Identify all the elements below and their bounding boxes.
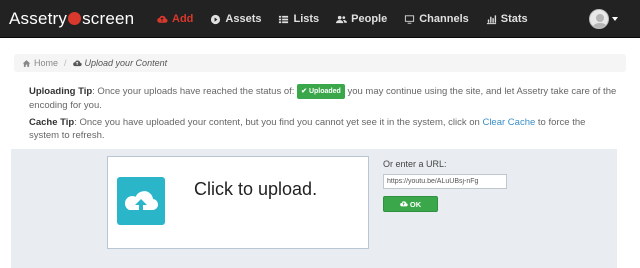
ok-button-label: OK — [409, 199, 422, 209]
uploading-tip-title: Uploading Tip — [29, 86, 93, 97]
breadcrumb-current: Upload your Content — [72, 58, 168, 68]
play-circle-icon — [211, 14, 221, 24]
avatar[interactable] — [589, 9, 609, 29]
brand-name-part1: Assetry — [9, 9, 68, 28]
breadcrumb: Home / Upload your Content — [14, 54, 626, 72]
nav-item-assets[interactable]: Assets — [210, 13, 261, 25]
nav-item-label: Assets — [225, 13, 262, 25]
nav-item-stats[interactable]: Stats — [486, 13, 528, 25]
uploaded-status-badge: ✔ Uploaded — [297, 84, 345, 99]
breadcrumb-separator: / — [64, 58, 67, 68]
url-input[interactable] — [383, 174, 507, 189]
main-nav: Add Assets Lists People Channels Stats — [157, 0, 545, 38]
cache-tip-title: Cache Tip — [29, 117, 75, 128]
nav-item-label: Stats — [500, 13, 528, 25]
check-icon: ✔ — [301, 88, 307, 95]
click-to-upload-text[interactable]: Click to upload. — [194, 179, 317, 200]
breadcrumb-home-label: Home — [34, 58, 59, 68]
nav-item-label: Lists — [293, 13, 320, 25]
nav-item-people[interactable]: People — [336, 13, 387, 25]
nav-item-add[interactable]: Add — [157, 13, 193, 25]
cloud-upload-icon[interactable] — [117, 177, 165, 225]
nav-item-lists[interactable]: Lists — [278, 13, 319, 25]
nav-item-label: Add — [172, 13, 194, 25]
logo-dot-icon — [68, 12, 82, 25]
navbar: Assetry screen Add Assets Lists People Ch… — [0, 0, 640, 38]
brand-name-part2: screen — [82, 9, 135, 28]
cloud-upload-icon — [157, 15, 168, 23]
nav-item-label: People — [351, 13, 388, 25]
breadcrumb-home[interactable]: Home — [22, 58, 58, 68]
home-icon — [22, 59, 31, 67]
chevron-down-icon — [612, 17, 618, 21]
uploading-tip-text: : Once your uploads have reached the sta… — [92, 86, 295, 97]
monitor-icon — [405, 14, 415, 24]
uploaded-badge-label: Uploaded — [308, 88, 341, 95]
url-label: Or enter a URL: — [383, 159, 447, 169]
nav-item-channels[interactable]: Channels — [404, 13, 469, 25]
cloud-upload-icon — [400, 201, 408, 207]
list-icon — [279, 15, 289, 23]
breadcrumb-current-label: Upload your Content — [84, 58, 168, 68]
nav-item-label: Channels — [419, 13, 469, 25]
uploading-tip: Uploading Tip: Once your uploads have re… — [29, 84, 617, 112]
cloud-upload-icon — [72, 59, 82, 66]
clear-cache-link[interactable]: Clear Cache — [482, 117, 535, 128]
user-silhouette-icon — [592, 14, 608, 28]
cache-tip-text: : Once you have uploaded your content, b… — [74, 117, 480, 128]
brand-logo[interactable]: Assetry screen — [9, 9, 134, 29]
bar-chart-icon — [486, 14, 496, 24]
users-icon — [336, 15, 348, 23]
user-menu[interactable] — [589, 9, 618, 29]
ok-button[interactable]: OK — [383, 196, 438, 212]
cache-tip: Cache Tip: Once you have uploaded your c… — [29, 116, 617, 142]
